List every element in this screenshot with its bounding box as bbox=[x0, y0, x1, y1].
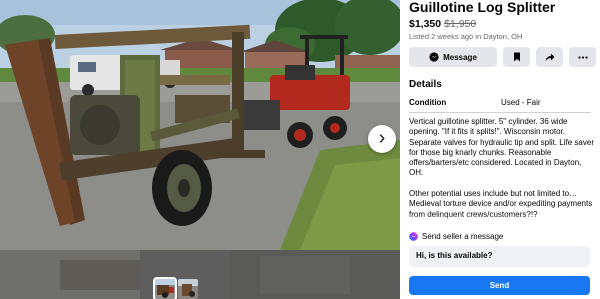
bookmark-icon bbox=[513, 52, 520, 62]
divider bbox=[409, 112, 591, 113]
message-input[interactable]: Hi, is this available? bbox=[409, 246, 590, 267]
message-button[interactable]: Message bbox=[409, 47, 497, 67]
listed-meta: Listed 2 weeks ago in Dayton, OH bbox=[409, 32, 523, 41]
thumbnail-strip bbox=[0, 250, 400, 299]
thumbnail-list bbox=[153, 277, 198, 299]
original-price: $1,950 bbox=[444, 18, 477, 30]
save-button[interactable] bbox=[503, 47, 530, 67]
condition-label: Condition bbox=[409, 98, 447, 107]
listing-panel: Guillotine Log Splitter $1,350 $1,950 Lis… bbox=[400, 0, 600, 299]
details-heading: Details bbox=[409, 79, 442, 90]
chevron-right-icon: › bbox=[378, 127, 386, 149]
action-bar: Message bbox=[409, 47, 596, 67]
ellipsis-icon bbox=[577, 55, 588, 59]
listing-price: $1,350 bbox=[409, 18, 442, 30]
listing-title: Guillotine Log Splitter bbox=[409, 0, 556, 15]
messenger-icon bbox=[409, 232, 418, 241]
thumbnail-1[interactable] bbox=[153, 277, 177, 299]
more-options-button[interactable] bbox=[569, 47, 596, 67]
messenger-icon bbox=[429, 52, 439, 62]
condition-value: Used - Fair bbox=[501, 98, 541, 107]
send-message-header: Send seller a message bbox=[409, 232, 503, 241]
share-icon bbox=[545, 53, 554, 61]
description-paragraph: Vertical guillotine splitter. 5" cylinde… bbox=[409, 117, 594, 178]
message-button-label: Message bbox=[443, 52, 477, 62]
listing-description: Vertical guillotine splitter. 5" cylinde… bbox=[409, 117, 595, 228]
next-photo-button[interactable]: › bbox=[368, 125, 396, 153]
send-message-label: Send seller a message bbox=[422, 232, 504, 241]
listing-photo[interactable]: › bbox=[0, 0, 400, 250]
photo-viewer: › bbox=[0, 0, 400, 299]
price-row: $1,350 $1,950 bbox=[409, 18, 476, 30]
thumbnail-2[interactable] bbox=[178, 279, 198, 299]
send-button[interactable]: Send bbox=[409, 276, 590, 295]
description-fade bbox=[400, 214, 600, 228]
share-button[interactable] bbox=[536, 47, 563, 67]
